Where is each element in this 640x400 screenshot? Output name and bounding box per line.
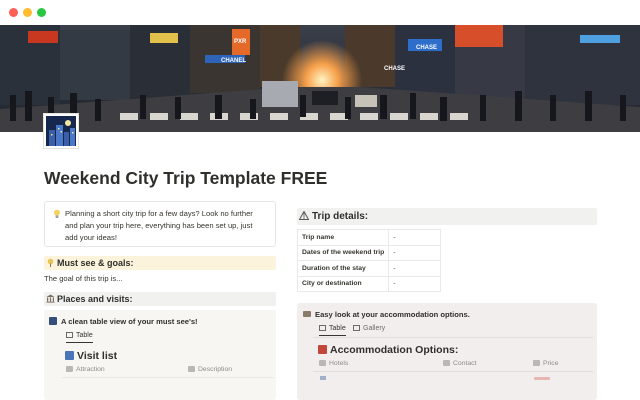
- sign-chanel: CHANEL: [221, 58, 246, 64]
- trip-name-value[interactable]: -: [388, 229, 442, 246]
- column-attraction[interactable]: Attraction: [66, 366, 105, 373]
- trip-name-label: Trip name: [296, 229, 390, 246]
- sign-pxr: PXR: [234, 39, 247, 45]
- hotel-row-icon: [320, 376, 326, 380]
- tabs-divider: [313, 337, 593, 338]
- sign-chase-2: CHASE: [384, 66, 405, 72]
- table-row: Trip name -: [296, 229, 442, 246]
- pushpin-icon: [47, 258, 54, 267]
- visit-list-divider: [62, 377, 274, 378]
- table-row: Duration of the stay -: [296, 260, 442, 277]
- visit-list-title[interactable]: Visit list: [65, 350, 117, 362]
- goal-text[interactable]: The goal of this trip is...: [44, 274, 123, 283]
- bed-icon: [303, 311, 311, 317]
- accommodation-caption: Easy look at your accommodation options.: [303, 310, 470, 319]
- tag-icon: [533, 360, 540, 366]
- stay-duration-label: Duration of the stay: [296, 260, 390, 277]
- price-tag: [534, 377, 550, 380]
- bed-small-icon: [319, 360, 326, 366]
- cityscape-icon: [65, 351, 74, 360]
- cover-image: CHANEL CHASE CHASE PXR: [0, 25, 640, 132]
- places-caption: A clean table view of your must see's!: [49, 317, 198, 326]
- attraction-icon: [66, 366, 73, 372]
- table-icon: [319, 325, 326, 331]
- tab-visit-table[interactable]: Table: [66, 332, 93, 343]
- minimize-window-button[interactable]: [23, 8, 32, 17]
- places-heading: Places and visits:: [44, 292, 276, 306]
- destination-label: City or destination: [296, 275, 390, 292]
- gallery-icon: [353, 325, 360, 331]
- intro-callout: Planning a short city trip for a few day…: [44, 201, 276, 247]
- accommodation-header-divider: [313, 371, 593, 372]
- column-contact[interactable]: Contact: [443, 360, 476, 367]
- table-row: Dates of the weekend trip -: [296, 244, 442, 261]
- window-titlebar: [0, 0, 640, 25]
- phone-icon: [443, 360, 450, 366]
- trip-details-heading: Trip details:: [297, 208, 597, 225]
- must-see-heading: Must see & goals:: [44, 256, 276, 270]
- zoom-window-button[interactable]: [37, 8, 46, 17]
- callout-text: Planning a short city trip for a few day…: [65, 209, 253, 242]
- column-price[interactable]: Price: [533, 360, 559, 367]
- sign-chase: CHASE: [416, 45, 437, 51]
- hotel-icon: [318, 345, 327, 354]
- tab-accommodation-table[interactable]: Table: [319, 325, 346, 336]
- page-title: Weekend City Trip Template FREE: [44, 168, 328, 188]
- lightbulb-icon: [54, 209, 60, 218]
- trip-details-table: Trip name - Dates of the weekend trip - …: [296, 229, 442, 292]
- column-hotels[interactable]: Hotels: [319, 360, 348, 367]
- table-icon: [66, 332, 73, 338]
- table-row: City or destination -: [296, 275, 442, 292]
- column-description[interactable]: Description: [188, 366, 232, 373]
- night-city-icon: [49, 317, 57, 325]
- tab-accommodation-gallery[interactable]: Gallery: [353, 325, 385, 332]
- stay-duration-value[interactable]: -: [388, 260, 442, 277]
- camping-icon: [299, 211, 309, 220]
- close-window-button[interactable]: [9, 8, 18, 17]
- classical-building-icon: [46, 294, 55, 303]
- trip-dates-label: Dates of the weekend trip: [296, 244, 390, 261]
- city-night-icon[interactable]: [44, 114, 78, 148]
- trip-dates-value[interactable]: -: [388, 244, 442, 261]
- destination-value[interactable]: -: [388, 275, 442, 292]
- text-icon: [188, 366, 195, 372]
- accommodation-options-title[interactable]: Accommodation Options:: [318, 344, 458, 356]
